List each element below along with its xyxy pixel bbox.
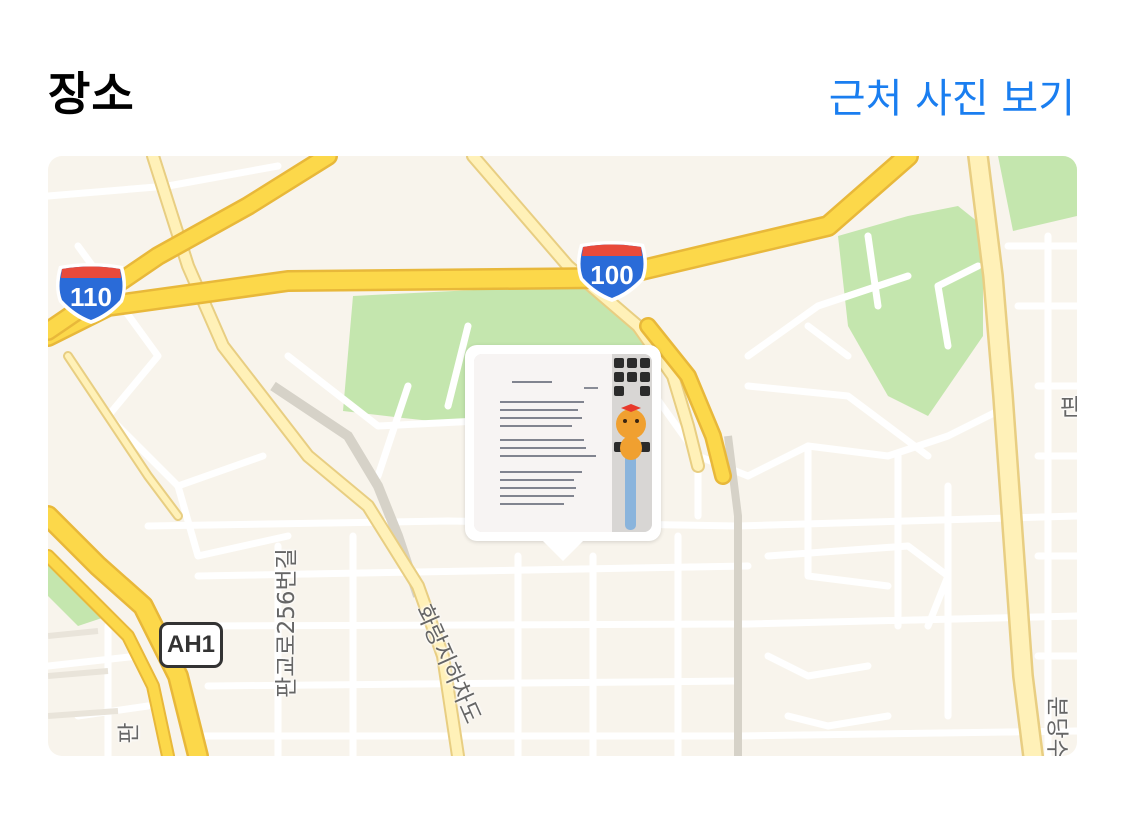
section-header: 장소 근처 사진 보기 — [0, 0, 1125, 150]
route-badge-ah1: AH1 — [159, 622, 223, 668]
highway-shield-110: 110 — [51, 262, 131, 326]
shield-number: 110 — [70, 282, 112, 312]
location-map[interactable]: 110 100 AH1 판교로256번길 화랑지하차도 분당수 판 판 — [48, 156, 1077, 756]
photo-location-pin[interactable] — [465, 345, 661, 561]
photo-thumbnail[interactable] — [474, 354, 652, 532]
highway-shield-100: 100 — [572, 240, 652, 304]
rail-line — [724, 435, 742, 756]
photo-thumbnail-icon — [474, 354, 652, 532]
road-label: 판 — [1060, 395, 1077, 421]
road-label: 판 — [116, 722, 143, 744]
section-title: 장소 — [48, 67, 135, 121]
shield-number: 100 — [590, 260, 634, 290]
road-label: 분당수 — [1043, 696, 1070, 756]
park-area — [838, 206, 983, 416]
park-area — [998, 156, 1077, 231]
show-nearby-photos-link[interactable]: 근처 사진 보기 — [829, 66, 1075, 124]
road-label: 판교로256번길 — [273, 548, 300, 698]
